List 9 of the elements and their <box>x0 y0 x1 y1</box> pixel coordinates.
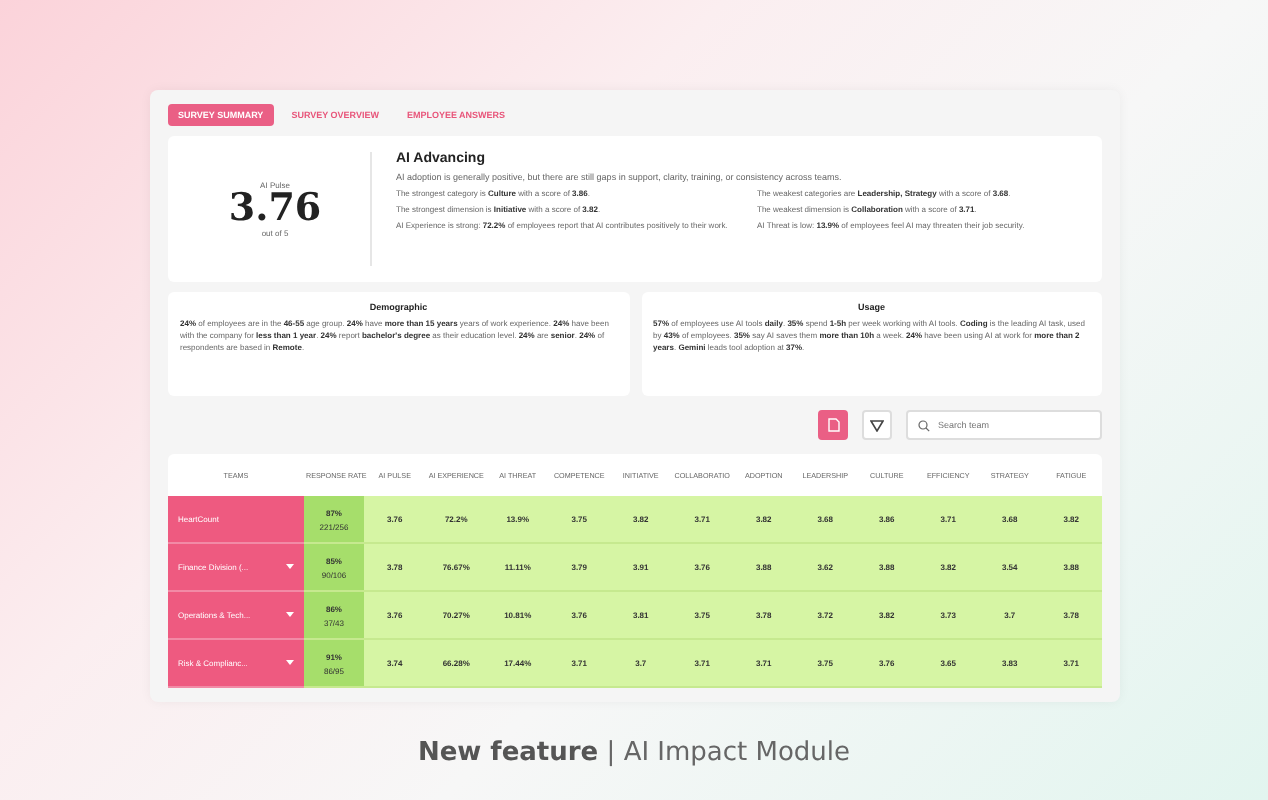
pulse-score: 3.76 <box>228 190 322 228</box>
filter-icon <box>870 419 884 431</box>
caret-icon <box>286 564 294 570</box>
caret-icon <box>286 612 294 618</box>
caret-icon <box>286 660 294 666</box>
filter-button[interactable] <box>862 410 892 440</box>
search-icon <box>918 419 930 431</box>
document-icon <box>827 418 839 432</box>
caption: New feature | AI Impact Module <box>415 738 853 768</box>
